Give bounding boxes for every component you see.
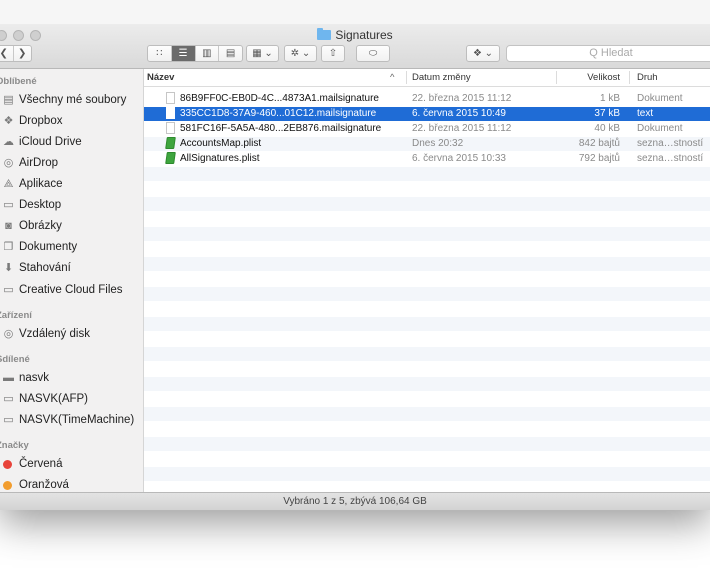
server-icon: ▭	[3, 414, 14, 426]
row-stripe	[144, 377, 710, 391]
row-stripe	[144, 437, 710, 451]
finder-window: Signatures ❮ ❯ ∷ ☰ ▥ ▤ ▦ ⌄ ✲ ⌄ ⇧ ⬭ ❖ ⌄ Q…	[0, 0, 710, 510]
icon-view-icon[interactable]: ∷	[148, 46, 172, 61]
all-files-icon: ▤	[3, 94, 14, 106]
sidebar-section-devices: Zařízení	[0, 310, 32, 321]
column-date[interactable]: Datum změny	[412, 72, 471, 83]
row-stripe	[144, 167, 710, 181]
arrange-icon: ▦ ⌄	[252, 48, 273, 59]
row-stripe	[144, 317, 710, 331]
row-stripe	[144, 197, 710, 211]
file-row[interactable]: 581FC16F-5A5A-480...2EB876.mailsignature…	[144, 122, 710, 136]
column-kind[interactable]: Druh	[637, 72, 658, 83]
sort-ascending-icon: ^	[390, 72, 395, 83]
column-header: Název ^ Datum změny Velikost Druh	[144, 69, 710, 87]
folder-icon	[317, 28, 332, 40]
camera-icon: ◙	[5, 220, 12, 232]
plist-file-icon	[165, 152, 176, 164]
airdrop-icon: ◎	[3, 157, 14, 169]
file-row[interactable]: AccountsMap.plist Dnes 20:32 842 bajtů s…	[144, 137, 710, 151]
file-row[interactable]: AllSignatures.plist 6. června 2015 10:33…	[144, 152, 710, 166]
search-input[interactable]: Q Hledat	[506, 45, 710, 62]
cloud-icon: ☁	[3, 136, 14, 148]
red-tag-icon	[3, 460, 12, 469]
gear-icon: ✲ ⌄	[290, 48, 311, 59]
server-icon: ▭	[3, 393, 14, 405]
window-title: Signatures	[0, 28, 710, 42]
arrange-menu-button[interactable]: ▦ ⌄	[246, 45, 279, 62]
download-icon: ⬇	[3, 262, 14, 274]
action-menu-button[interactable]: ✲ ⌄	[284, 45, 317, 62]
monitor-icon: ▬	[3, 372, 14, 384]
sidebar-section-tags: Značky	[0, 440, 29, 451]
folder-icon: ▭	[3, 284, 14, 296]
column-name[interactable]: Název	[147, 72, 174, 83]
file-row-selected[interactable]: 335CC1D8-37A9-460...01C12.mailsignature …	[144, 107, 710, 121]
cover-flow-icon[interactable]: ▤	[219, 46, 242, 61]
share-icon: ⇧	[328, 48, 338, 59]
file-list: Název ^ Datum změny Velikost Druh 86B9FF…	[144, 69, 710, 492]
dropbox-icon: ❖	[3, 115, 14, 127]
row-stripe	[144, 287, 710, 301]
plist-file-icon	[165, 137, 176, 149]
row-stripe	[144, 257, 710, 271]
document-icon	[166, 122, 175, 134]
row-stripe	[144, 407, 710, 421]
sidebar-section-shared: Sdílené	[0, 354, 30, 365]
sidebar: Oblíbené ▤ Všechny mé soubory ❖ Dropbox …	[0, 69, 144, 492]
view-mode-selector: ∷ ☰ ▥ ▤	[147, 45, 243, 62]
share-button[interactable]: ⇧	[321, 45, 345, 62]
forward-button[interactable]: ❯	[14, 46, 32, 61]
column-view-icon[interactable]: ▥	[196, 46, 220, 61]
document-icon	[166, 107, 175, 119]
dropbox-menu-button[interactable]: ❖ ⌄	[466, 45, 500, 62]
status-bar: Vybráno 1 z 5, zbývá 106,64 GB	[0, 492, 710, 510]
documents-icon: ❐	[3, 241, 14, 253]
row-stripe	[144, 347, 710, 361]
back-forward-buttons: ❮ ❯	[0, 45, 32, 62]
search-placeholder: Q Hledat	[589, 47, 633, 59]
document-icon	[166, 92, 175, 104]
list-view-icon[interactable]: ☰	[171, 46, 196, 61]
orange-tag-icon	[3, 481, 12, 490]
back-button[interactable]: ❮	[0, 46, 14, 61]
tag-icon: ⬭	[368, 48, 378, 59]
applications-icon: ⟁	[3, 178, 14, 190]
row-stripe	[144, 227, 710, 241]
sidebar-section-favorites: Oblíbené	[0, 76, 37, 87]
row-stripe	[144, 467, 710, 481]
status-text: Vybráno 1 z 5, zbývá 106,64 GB	[283, 496, 427, 507]
dropbox-icon: ❖ ⌄	[472, 48, 494, 59]
disc-icon: ◎	[3, 328, 14, 340]
column-size[interactable]: Velikost	[580, 72, 620, 83]
desktop-icon: ▭	[3, 199, 14, 211]
file-row[interactable]: 86B9FF0C-EB0D-4C...4873A1.mailsignature …	[144, 92, 710, 106]
tags-button[interactable]: ⬭	[356, 45, 390, 62]
